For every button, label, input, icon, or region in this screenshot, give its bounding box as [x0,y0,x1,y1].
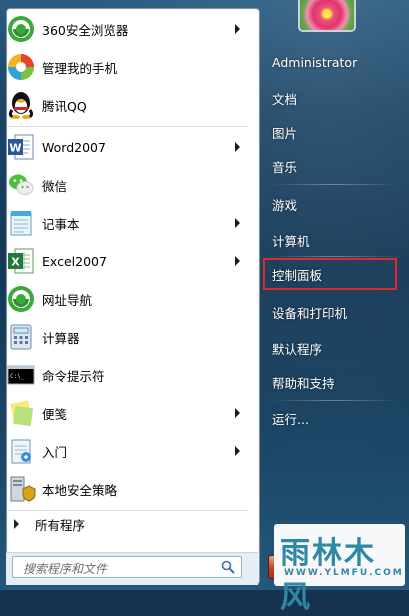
program-item-getting-started[interactable]: 入门 [4,434,248,468]
right-item-user[interactable]: Administrator [265,48,399,76]
program-item-phone-manager[interactable]: 管理我的手机 [4,50,248,84]
right-item-label: 音乐 [272,159,298,175]
right-item-help-support[interactable]: 帮助和支持 [265,368,399,396]
right-item-label: 帮助和支持 [272,375,335,391]
submenu-arrow-icon[interactable] [235,218,240,228]
right-item-music[interactable]: 音乐 [265,152,399,180]
program-item-wechat[interactable]: 微信 [4,168,248,202]
right-item-label: 文档 [272,91,298,107]
right-item-label: 游戏 [272,197,298,213]
right-item-documents[interactable]: 文档 [265,84,399,112]
right-separator [270,256,398,257]
program-label: 记事本 [42,216,80,232]
program-item-360-browser[interactable]: 360安全浏览器 [4,12,248,46]
program-label: 管理我的手机 [42,60,118,76]
program-label: 本地安全策略 [42,482,118,498]
user-name: Administrator [272,54,358,70]
all-programs-button[interactable]: 所有程序 [4,514,248,534]
submenu-arrow-icon[interactable] [235,256,240,266]
program-label: 网址导航 [42,292,93,308]
right-item-default-programs[interactable]: 默认程序 [265,334,399,362]
right-item-computer[interactable]: 计算机 [265,226,399,254]
notepad-icon [6,208,36,238]
excel-icon: X [6,246,36,276]
right-separator [270,400,398,401]
control-panel-highlight [263,258,397,290]
program-label: 便笺 [42,406,68,422]
program-label: 入门 [42,444,68,460]
program-label: Excel2007 [42,253,107,269]
submenu-arrow-icon[interactable] [235,142,240,152]
program-item-cmd[interactable]: C:\_ 命令提示符 [4,358,248,392]
submenu-arrow-icon[interactable] [235,408,240,418]
right-item-pictures[interactable]: 图片 [265,118,399,146]
wechat-icon [6,170,36,200]
program-item-security-policy[interactable]: 本地安全策略 [4,472,248,506]
search-placeholder: 搜索程序和文件 [23,562,108,576]
all-programs-separator [8,510,248,511]
word-icon: W [6,132,36,162]
pinned-separator [8,126,248,127]
watermark-sub: WWW.YLMFU.COM [284,568,404,578]
all-programs-label: 所有程序 [35,517,86,533]
getting-started-icon [6,436,36,466]
cmd-icon: C:\_ [6,360,36,390]
program-item-qq[interactable]: 腾讯QQ [4,88,248,122]
calculator-icon [6,322,36,352]
watermark-logo: 雨林木风 WWW.YLMFU.COM [274,524,405,615]
expand-arrow-icon [14,519,19,529]
program-label: Word2007 [42,139,106,155]
search-input[interactable]: 搜索程序和文件 [12,556,242,578]
program-item-web-nav[interactable]: 网址导航 [4,282,248,316]
program-item-word[interactable]: W Word2007 [4,130,248,164]
program-label: 计算器 [42,330,80,346]
right-item-label: 设备和打印机 [272,305,348,321]
svg-text:C:\_: C:\_ [10,373,25,380]
program-label: 命令提示符 [42,368,105,384]
submenu-arrow-icon[interactable] [235,446,240,456]
svg-text:X: X [11,256,20,269]
submenu-arrow-icon[interactable] [235,24,240,34]
user-avatar[interactable] [298,0,356,32]
right-separator [270,184,398,185]
right-item-label: 计算机 [272,233,310,249]
right-item-devices-printers[interactable]: 设备和打印机 [265,298,399,326]
360-browser-icon [6,14,36,44]
program-label: 360安全浏览器 [42,22,129,38]
program-label: 微信 [42,178,68,194]
search-icon[interactable] [221,560,235,574]
qq-penguin-icon [6,90,36,120]
right-item-label: 运行... [272,411,309,427]
right-item-games[interactable]: 游戏 [265,190,399,218]
svg-text:W: W [9,142,21,155]
right-item-label: 图片 [272,125,298,141]
security-policy-icon [6,474,36,504]
program-item-sticky-notes[interactable]: 便笺 [4,396,248,430]
right-item-run[interactable]: 运行... [265,404,399,432]
program-item-notepad[interactable]: 记事本 [4,206,248,240]
phone-manager-icon [6,52,36,82]
web-nav-icon [6,284,36,314]
program-item-excel[interactable]: X Excel2007 [4,244,248,278]
program-label: 腾讯QQ [42,98,87,114]
program-item-calculator[interactable]: 计算器 [4,320,248,354]
right-item-label: 默认程序 [272,341,323,357]
sticky-notes-icon [6,398,36,428]
